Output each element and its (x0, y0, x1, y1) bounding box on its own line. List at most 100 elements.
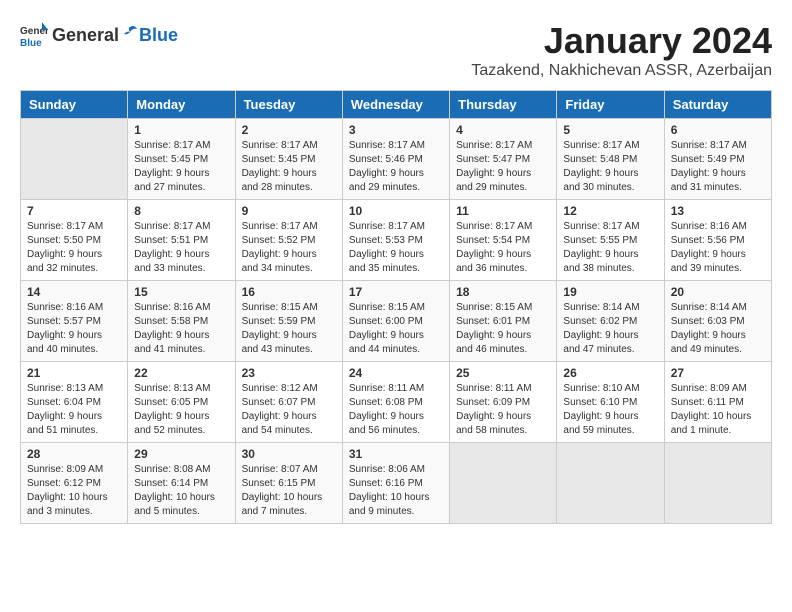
day-cell: 17Sunrise: 8:15 AM Sunset: 6:00 PM Dayli… (342, 281, 449, 362)
day-number: 18 (456, 285, 550, 299)
day-info: Sunrise: 8:17 AM Sunset: 5:53 PM Dayligh… (349, 220, 443, 276)
header-cell-wednesday: Wednesday (342, 91, 449, 119)
day-number: 27 (671, 366, 765, 380)
logo-text-general: General (52, 25, 119, 46)
day-info: Sunrise: 8:17 AM Sunset: 5:52 PM Dayligh… (242, 220, 336, 276)
day-number: 5 (563, 123, 657, 137)
day-cell (664, 443, 771, 524)
day-info: Sunrise: 8:17 AM Sunset: 5:54 PM Dayligh… (456, 220, 550, 276)
day-info: Sunrise: 8:13 AM Sunset: 6:04 PM Dayligh… (27, 382, 121, 438)
day-number: 6 (671, 123, 765, 137)
day-cell: 31 Sunrise: 8:06 AM Sunset: 6:16 PM Dayli… (342, 443, 449, 524)
day-cell: 14Sunrise: 8:16 AM Sunset: 5:57 PM Dayli… (21, 281, 128, 362)
day-cell: 27 Sunrise: 8:09 AM Sunset: 6:11 PM Dayli… (664, 362, 771, 443)
day-info: Sunrise: 8:17 AM Sunset: 5:45 PM Dayligh… (134, 139, 228, 195)
day-cell: 20Sunrise: 8:14 AM Sunset: 6:03 PM Dayli… (664, 281, 771, 362)
day-cell: 11 Sunrise: 8:17 AM Sunset: 5:54 PM Dayli… (450, 200, 557, 281)
day-number: 11 (456, 204, 550, 218)
day-number: 30 (242, 447, 336, 461)
day-info: Sunrise: 8:17 AM Sunset: 5:46 PM Dayligh… (349, 139, 443, 195)
header-row: SundayMondayTuesdayWednesdayThursdayFrid… (21, 91, 772, 119)
day-cell: 8 Sunrise: 8:17 AM Sunset: 5:51 PM Daylig… (128, 200, 235, 281)
day-number: 29 (134, 447, 228, 461)
day-number: 4 (456, 123, 550, 137)
day-info: Sunrise: 8:17 AM Sunset: 5:55 PM Dayligh… (563, 220, 657, 276)
day-info: Sunrise: 8:17 AM Sunset: 5:45 PM Dayligh… (242, 139, 336, 195)
week-row-2: 7Sunrise: 8:17 AM Sunset: 5:50 PM Daylig… (21, 200, 772, 281)
day-cell: 30 Sunrise: 8:07 AM Sunset: 6:15 PM Dayli… (235, 443, 342, 524)
day-number: 8 (134, 204, 228, 218)
week-row-3: 14Sunrise: 8:16 AM Sunset: 5:57 PM Dayli… (21, 281, 772, 362)
calendar-table: SundayMondayTuesdayWednesdayThursdayFrid… (20, 90, 772, 524)
day-info: Sunrise: 8:14 AM Sunset: 6:02 PM Dayligh… (563, 301, 657, 357)
day-cell: 2 Sunrise: 8:17 AM Sunset: 5:45 PM Daylig… (235, 119, 342, 200)
day-cell: 1Sunrise: 8:17 AM Sunset: 5:45 PM Daylig… (128, 119, 235, 200)
day-info: Sunrise: 8:17 AM Sunset: 5:48 PM Dayligh… (563, 139, 657, 195)
day-number: 13 (671, 204, 765, 218)
day-number: 2 (242, 123, 336, 137)
day-cell: 16 Sunrise: 8:15 AM Sunset: 5:59 PM Dayli… (235, 281, 342, 362)
day-number: 12 (563, 204, 657, 218)
week-row-1: 1Sunrise: 8:17 AM Sunset: 5:45 PM Daylig… (21, 119, 772, 200)
logo: General Blue General Blue (20, 20, 178, 48)
day-number: 3 (349, 123, 443, 137)
day-info: Sunrise: 8:16 AM Sunset: 5:56 PM Dayligh… (671, 220, 765, 276)
header-cell-saturday: Saturday (664, 91, 771, 119)
day-number: 16 (242, 285, 336, 299)
header-cell-thursday: Thursday (450, 91, 557, 119)
day-cell: 3 Sunrise: 8:17 AM Sunset: 5:46 PM Daylig… (342, 119, 449, 200)
day-number: 28 (27, 447, 121, 461)
day-info: Sunrise: 8:17 AM Sunset: 5:47 PM Dayligh… (456, 139, 550, 195)
day-info: Sunrise: 8:09 AM Sunset: 6:12 PM Dayligh… (27, 463, 121, 519)
logo-text-blue: Blue (139, 25, 178, 46)
day-cell: 19Sunrise: 8:14 AM Sunset: 6:02 PM Dayli… (557, 281, 664, 362)
day-number: 24 (349, 366, 443, 380)
day-info: Sunrise: 8:09 AM Sunset: 6:11 PM Dayligh… (671, 382, 765, 438)
calendar-header: SundayMondayTuesdayWednesdayThursdayFrid… (21, 91, 772, 119)
header-cell-tuesday: Tuesday (235, 91, 342, 119)
header-cell-sunday: Sunday (21, 91, 128, 119)
day-cell: 12 Sunrise: 8:17 AM Sunset: 5:55 PM Dayli… (557, 200, 664, 281)
title-section: January 2024 Tazakend, Nakhichevan ASSR,… (471, 20, 772, 80)
day-number: 31 (349, 447, 443, 461)
day-number: 14 (27, 285, 121, 299)
header-cell-friday: Friday (557, 91, 664, 119)
day-info: Sunrise: 8:14 AM Sunset: 6:03 PM Dayligh… (671, 301, 765, 357)
day-info: Sunrise: 8:17 AM Sunset: 5:51 PM Dayligh… (134, 220, 228, 276)
day-cell (21, 119, 128, 200)
day-number: 23 (242, 366, 336, 380)
day-info: Sunrise: 8:07 AM Sunset: 6:15 PM Dayligh… (242, 463, 336, 519)
header-cell-monday: Monday (128, 91, 235, 119)
day-info: Sunrise: 8:11 AM Sunset: 6:09 PM Dayligh… (456, 382, 550, 438)
day-number: 10 (349, 204, 443, 218)
day-info: Sunrise: 8:12 AM Sunset: 6:07 PM Dayligh… (242, 382, 336, 438)
logo-icon: General Blue (20, 20, 48, 48)
day-number: 22 (134, 366, 228, 380)
day-info: Sunrise: 8:15 AM Sunset: 6:01 PM Dayligh… (456, 301, 550, 357)
day-info: Sunrise: 8:16 AM Sunset: 5:58 PM Dayligh… (134, 301, 228, 357)
week-row-4: 21Sunrise: 8:13 AM Sunset: 6:04 PM Dayli… (21, 362, 772, 443)
day-number: 26 (563, 366, 657, 380)
svg-text:Blue: Blue (20, 38, 42, 48)
day-info: Sunrise: 8:06 AM Sunset: 6:16 PM Dayligh… (349, 463, 443, 519)
day-cell: 24Sunrise: 8:11 AM Sunset: 6:08 PM Dayli… (342, 362, 449, 443)
day-cell: 22 Sunrise: 8:13 AM Sunset: 6:05 PM Dayli… (128, 362, 235, 443)
day-info: Sunrise: 8:15 AM Sunset: 6:00 PM Dayligh… (349, 301, 443, 357)
day-cell: 6Sunrise: 8:17 AM Sunset: 5:49 PM Daylig… (664, 119, 771, 200)
day-cell: 4 Sunrise: 8:17 AM Sunset: 5:47 PM Daylig… (450, 119, 557, 200)
day-number: 15 (134, 285, 228, 299)
calendar-subtitle: Tazakend, Nakhichevan ASSR, Azerbaijan (471, 62, 772, 80)
logo-bird-icon (120, 23, 138, 41)
day-cell: 9 Sunrise: 8:17 AM Sunset: 5:52 PM Daylig… (235, 200, 342, 281)
day-cell: 26Sunrise: 8:10 AM Sunset: 6:10 PM Dayli… (557, 362, 664, 443)
day-cell: 15 Sunrise: 8:16 AM Sunset: 5:58 PM Dayli… (128, 281, 235, 362)
day-info: Sunrise: 8:15 AM Sunset: 5:59 PM Dayligh… (242, 301, 336, 357)
day-cell: 5 Sunrise: 8:17 AM Sunset: 5:48 PM Daylig… (557, 119, 664, 200)
day-info: Sunrise: 8:13 AM Sunset: 6:05 PM Dayligh… (134, 382, 228, 438)
day-number: 7 (27, 204, 121, 218)
day-cell: 13 Sunrise: 8:16 AM Sunset: 5:56 PM Dayli… (664, 200, 771, 281)
day-number: 9 (242, 204, 336, 218)
day-cell: 23 Sunrise: 8:12 AM Sunset: 6:07 PM Dayli… (235, 362, 342, 443)
calendar-body: 1Sunrise: 8:17 AM Sunset: 5:45 PM Daylig… (21, 119, 772, 524)
week-row-5: 28 Sunrise: 8:09 AM Sunset: 6:12 PM Dayli… (21, 443, 772, 524)
